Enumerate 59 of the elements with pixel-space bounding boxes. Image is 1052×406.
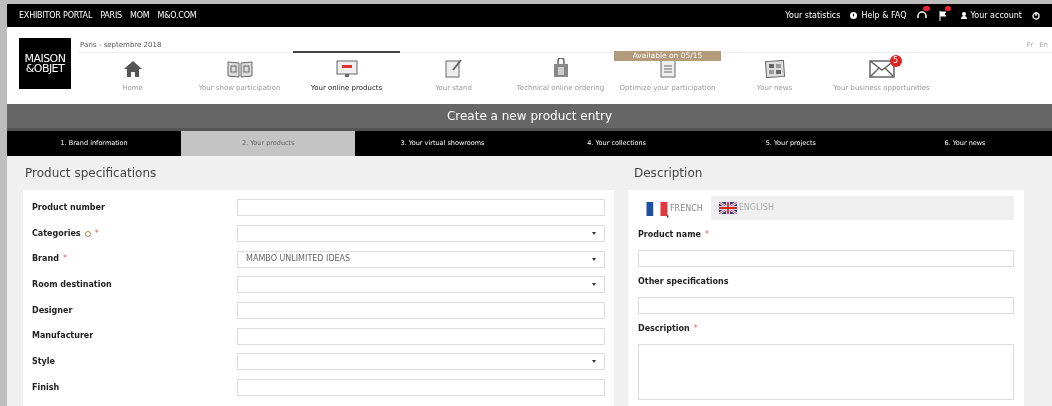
field-label: Product number xyxy=(32,201,105,214)
statistics-link[interactable]: Your statistics xyxy=(785,9,841,22)
select-field[interactable] xyxy=(237,353,605,371)
input-field[interactable] xyxy=(237,199,605,217)
page-title: Create a new product entry xyxy=(446,108,613,125)
field-label: Product name xyxy=(638,229,701,241)
input-field[interactable] xyxy=(638,297,1014,314)
french-flag-icon xyxy=(646,202,668,216)
british-flag-icon xyxy=(718,202,737,214)
envelope-icon xyxy=(868,59,895,78)
account-link[interactable]: Your account xyxy=(960,9,1022,22)
home-icon xyxy=(122,59,143,78)
power-icon[interactable] xyxy=(1032,11,1040,20)
top-link[interactable]: PARIS xyxy=(100,9,122,22)
field-label: Finish xyxy=(32,381,60,394)
top-link[interactable]: MOM xyxy=(129,9,150,22)
caret-icon xyxy=(592,360,596,364)
field-label: Style xyxy=(32,355,55,368)
flag-button[interactable] xyxy=(938,9,951,22)
input-field[interactable] xyxy=(638,250,1014,267)
section-title: Description xyxy=(633,165,704,182)
description-textarea[interactable] xyxy=(638,344,1014,400)
input-field[interactable] xyxy=(237,302,605,320)
monitor-icon xyxy=(335,59,358,78)
field-label: Manufacturer xyxy=(32,330,94,343)
required-mark: * xyxy=(94,227,99,240)
top-link[interactable]: M&O.COM xyxy=(157,9,197,22)
section-title: Product specifications xyxy=(24,165,158,182)
flag-icon xyxy=(938,10,947,21)
input-field[interactable] xyxy=(237,379,605,397)
bag-icon xyxy=(552,57,569,78)
required-mark: * xyxy=(62,253,67,266)
required-mark: * xyxy=(693,323,698,335)
select-field[interactable] xyxy=(237,225,605,243)
field-label: Other specifications xyxy=(638,276,729,288)
required-mark: * xyxy=(704,229,709,241)
newspaper-icon xyxy=(763,59,786,78)
field-label: Description xyxy=(638,323,690,335)
headset-icon xyxy=(916,10,927,21)
help-icon xyxy=(850,12,858,19)
select-field[interactable]: MAMBO UNLIMITED IDEAS xyxy=(237,250,605,268)
field-label: Designer xyxy=(32,304,73,317)
note-icon xyxy=(444,57,463,78)
caret-icon xyxy=(592,257,596,261)
logo-text: &OBJET xyxy=(25,63,65,74)
field-label: Categories xyxy=(32,227,81,240)
logo-text: MAISON xyxy=(24,53,66,64)
field-label: Brand xyxy=(32,253,59,266)
caret-icon xyxy=(592,232,596,236)
top-link[interactable]: EXHIBITOR PORTAL xyxy=(19,9,93,22)
book-icon xyxy=(226,59,253,78)
help-link[interactable]: Help & FAQ xyxy=(850,9,907,22)
field-label: Room destination xyxy=(32,278,112,291)
select-value: MAMBO UNLIMITED IDEAS xyxy=(246,253,351,266)
select-field[interactable] xyxy=(237,276,605,294)
notification-badge: 5 xyxy=(889,54,902,67)
input-field[interactable] xyxy=(237,327,605,345)
person-icon xyxy=(960,12,967,19)
caret-icon xyxy=(592,283,596,287)
